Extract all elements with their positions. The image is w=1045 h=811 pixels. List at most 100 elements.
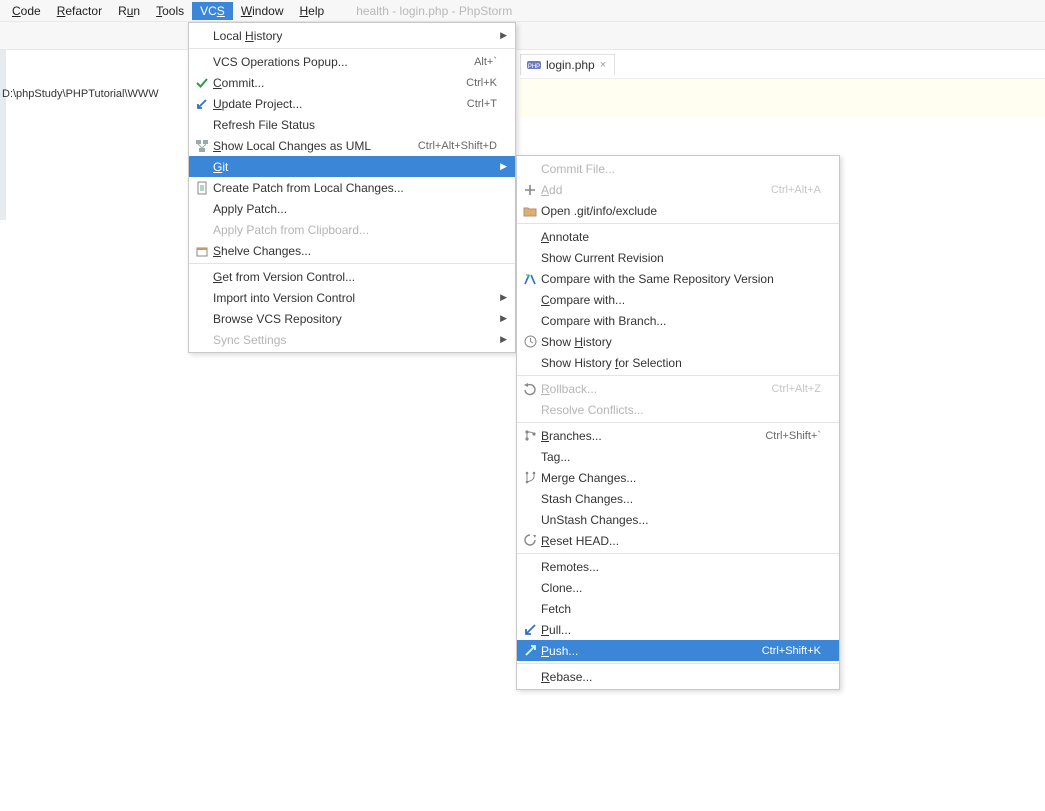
tab-label: login.php (546, 58, 595, 72)
svg-text:PHP: PHP (528, 64, 540, 70)
vcs-menu-commit[interactable]: Commit...Ctrl+K (189, 72, 515, 93)
vcs-menu-local-history[interactable]: Local History▶ (189, 25, 515, 46)
vcs-menu-browse-vcs-repository[interactable]: Browse VCS Repository▶ (189, 308, 515, 329)
menu-item-shortcut: Ctrl+Alt+A (759, 184, 821, 196)
menu-item-shortcut: Ctrl+Shift+K (750, 645, 821, 657)
menu-vcs[interactable]: VCS (192, 2, 233, 20)
clock-icon (521, 334, 539, 350)
git-menu-commit-file: Commit File... (517, 158, 839, 179)
menu-item-label: Import into Version Control (211, 291, 497, 305)
git-menu-show-history-for-selection[interactable]: Show History for Selection (517, 352, 839, 373)
blank-icon (193, 311, 211, 327)
blank-icon (521, 669, 539, 685)
editor-tabs: PHP login.php × (520, 50, 615, 78)
menu-help[interactable]: Help (292, 2, 333, 20)
blank-icon (521, 229, 539, 245)
git-menu-compare-with[interactable]: Compare with... (517, 289, 839, 310)
blank-icon (521, 449, 539, 465)
git-menu-annotate[interactable]: Annotate (517, 226, 839, 247)
vcs-menu-sync-settings: Sync Settings▶ (189, 329, 515, 350)
git-menu-compare-with-branch[interactable]: Compare with Branch... (517, 310, 839, 331)
vcs-menu-git[interactable]: Git▶ (189, 156, 515, 177)
vcs-menu-update-project[interactable]: Update Project...Ctrl+T (189, 93, 515, 114)
menu-item-label: Stash Changes... (539, 492, 821, 506)
vcs-menu-get-from-version-control[interactable]: Get from Version Control... (189, 266, 515, 287)
git-menu-resolve-conflicts: Resolve Conflicts... (517, 399, 839, 420)
vcs-menu-create-patch-from-local-changes[interactable]: Create Patch from Local Changes... (189, 177, 515, 198)
git-menu-tag[interactable]: Tag... (517, 446, 839, 467)
vcs-menu-separator (189, 48, 515, 49)
git-menu-merge-changes[interactable]: Merge Changes... (517, 467, 839, 488)
git-menu-show-history[interactable]: Show History (517, 331, 839, 352)
menu-item-shortcut: Ctrl+Alt+Shift+D (406, 140, 497, 152)
merge-icon (521, 470, 539, 486)
git-menu-clone[interactable]: Clone... (517, 577, 839, 598)
menu-item-label: Pull... (539, 623, 821, 637)
vcs-menu-vcs-operations-popup[interactable]: VCS Operations Popup...Alt+` (189, 51, 515, 72)
menu-code[interactable]: Code (4, 2, 49, 20)
vcs-menu-refresh-file-status[interactable]: Refresh File Status (189, 114, 515, 135)
git-menu-separator (517, 553, 839, 554)
git-menu-rebase[interactable]: Rebase... (517, 666, 839, 687)
submenu-arrow-icon: ▶ (497, 292, 507, 303)
compare-icon (521, 271, 539, 287)
git-menu-stash-changes[interactable]: Stash Changes... (517, 488, 839, 509)
vcs-menu-shelve-changes[interactable]: Shelve Changes... (189, 240, 515, 261)
menu-item-label: Commit File... (539, 162, 821, 176)
tab-login-php[interactable]: PHP login.php × (520, 54, 615, 75)
menu-item-label: Shelve Changes... (211, 244, 497, 258)
vcs-menu-show-local-changes-as-uml[interactable]: Show Local Changes as UMLCtrl+Alt+Shift+… (189, 135, 515, 156)
menu-tools[interactable]: Tools (148, 2, 192, 20)
folder-icon (521, 203, 539, 219)
reset-icon (521, 533, 539, 549)
blank-icon (193, 269, 211, 285)
vcs-menu-separator (189, 263, 515, 264)
blank-icon (193, 290, 211, 306)
submenu-arrow-icon: ▶ (497, 30, 507, 41)
menu-item-label: VCS Operations Popup... (211, 55, 462, 69)
menu-item-label: Compare with Branch... (539, 314, 821, 328)
git-menu-separator (517, 375, 839, 376)
menu-item-label: UnStash Changes... (539, 513, 821, 527)
menu-window[interactable]: Window (233, 2, 292, 20)
menu-item-label: Show History (539, 335, 821, 349)
git-menu-reset-head[interactable]: Reset HEAD... (517, 530, 839, 551)
git-menu-open-git-info-exclude[interactable]: Open .git/info/exclude (517, 200, 839, 221)
close-icon[interactable]: × (600, 59, 606, 71)
menu-item-shortcut: Ctrl+Shift+` (753, 430, 821, 442)
menu-item-label: Tag... (539, 450, 821, 464)
git-menu-fetch[interactable]: Fetch (517, 598, 839, 619)
menu-run[interactable]: Run (110, 2, 148, 20)
git-submenu: Commit File...AddCtrl+Alt+AOpen .git/inf… (516, 155, 840, 690)
blank-icon (193, 222, 211, 238)
toolbar (0, 22, 1045, 50)
git-menu-remotes[interactable]: Remotes... (517, 556, 839, 577)
git-menu-pull[interactable]: Pull... (517, 619, 839, 640)
uml-icon (193, 138, 211, 154)
git-menu-push[interactable]: Push...Ctrl+Shift+K (517, 640, 839, 661)
vcs-menu-apply-patch[interactable]: Apply Patch... (189, 198, 515, 219)
blank-icon (521, 355, 539, 371)
menubar: Code Refactor Run Tools VCS Window Help … (0, 0, 1045, 22)
menu-item-label: Create Patch from Local Changes... (211, 181, 497, 195)
vcs-menu-import-into-version-control[interactable]: Import into Version Control▶ (189, 287, 515, 308)
menu-item-label: Update Project... (211, 97, 455, 111)
menu-item-label: Remotes... (539, 560, 821, 574)
menu-item-label: Browse VCS Repository (211, 312, 497, 326)
menu-item-label: Clone... (539, 581, 821, 595)
blank-icon (193, 332, 211, 348)
menu-item-shortcut: Alt+` (462, 56, 497, 68)
git-menu-unstash-changes[interactable]: UnStash Changes... (517, 509, 839, 530)
plus-icon (521, 182, 539, 198)
vcs-dropdown: Local History▶VCS Operations Popup...Alt… (188, 22, 516, 353)
breadcrumb[interactable]: D:\phpStudy\PHPTutorial\WWW (0, 86, 161, 102)
menu-item-label: Apply Patch... (211, 202, 497, 216)
git-menu-show-current-revision[interactable]: Show Current Revision (517, 247, 839, 268)
menu-refactor[interactable]: Refactor (49, 2, 110, 20)
editor-area (520, 78, 1045, 118)
git-menu-separator (517, 422, 839, 423)
git-menu-branches[interactable]: Branches...Ctrl+Shift+` (517, 425, 839, 446)
menu-item-label: Local History (211, 29, 497, 43)
git-menu-compare-with-the-same-repository-version[interactable]: Compare with the Same Repository Version (517, 268, 839, 289)
php-file-icon: PHP (527, 58, 541, 72)
